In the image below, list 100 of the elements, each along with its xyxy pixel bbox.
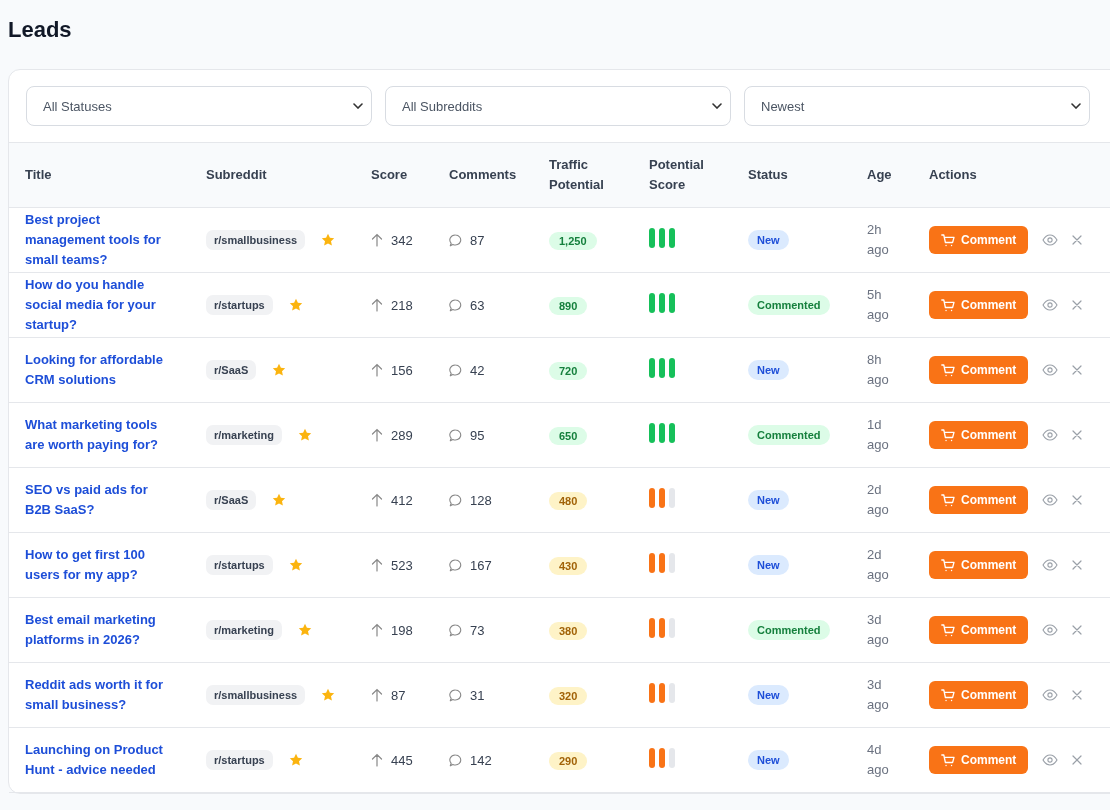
speech-bubble-icon: [449, 493, 462, 507]
traffic-badge: 1,250: [549, 231, 597, 250]
close-icon[interactable]: [1072, 690, 1083, 700]
arrow-up-icon: [371, 688, 383, 702]
status-badge: New: [748, 360, 789, 380]
filter-dropdown[interactable]: Newest: [744, 86, 1090, 126]
post-title-link[interactable]: Best email marketing platforms in 2026?: [25, 610, 170, 650]
eye-icon[interactable]: [1042, 494, 1059, 506]
traffic-badge: 320: [549, 686, 588, 705]
arrow-up-icon: [371, 428, 383, 442]
traffic-badge: 890: [549, 296, 588, 315]
speech-bubble-icon: [449, 428, 462, 442]
eye-icon[interactable]: [1042, 234, 1059, 246]
age-text: 1d ago: [867, 416, 890, 454]
comment-count: 42: [470, 362, 485, 378]
post-title-link[interactable]: Reddit ads worth it for small business?: [25, 675, 170, 715]
score-value: 289: [391, 427, 413, 443]
eye-icon[interactable]: [1042, 754, 1059, 766]
eye-icon[interactable]: [1042, 364, 1059, 376]
cart-icon: [941, 688, 955, 702]
speech-bubble-icon: [449, 688, 462, 702]
score-value: 523: [391, 557, 413, 573]
comment-count: 128: [470, 492, 492, 508]
subreddit-tag: r/SaaS: [206, 360, 257, 380]
post-title-link[interactable]: Looking for affordable CRM solutions: [25, 350, 170, 390]
traffic-badge: 430: [549, 556, 588, 575]
subreddit-tag: r/startups: [206, 750, 273, 770]
arrow-up-icon: [371, 363, 383, 377]
traffic-badge: 380: [549, 621, 588, 640]
post-title-link[interactable]: How do you handle social media for your startup?: [25, 275, 170, 335]
column-header: Age: [867, 166, 892, 184]
score-value: 198: [391, 622, 413, 638]
chevron-icon: [712, 103, 722, 109]
close-icon[interactable]: [1072, 755, 1083, 765]
empty-meter-bar: [669, 748, 675, 768]
age-text: 2d ago: [867, 481, 890, 519]
subreddit-tag: r/marketing: [206, 620, 282, 640]
column-header: Potential Score: [649, 156, 705, 194]
post-title-link[interactable]: Best project management tools for small teams?: [25, 210, 170, 270]
close-icon[interactable]: [1072, 365, 1083, 375]
score-value: 412: [391, 492, 413, 508]
eye-icon[interactable]: [1042, 559, 1059, 571]
speech-bubble-icon: [449, 623, 462, 637]
close-icon[interactable]: [1072, 300, 1083, 310]
age-text: 4d ago: [867, 741, 890, 779]
traffic-badge: 720: [549, 361, 588, 380]
close-icon[interactable]: [1072, 625, 1083, 635]
post-title-link[interactable]: How to get first 100 users for my app?: [25, 545, 170, 585]
close-icon[interactable]: [1072, 560, 1083, 570]
speech-bubble-icon: [449, 298, 462, 312]
post-title-link[interactable]: SEO vs paid ads for B2B SaaS?: [25, 480, 170, 520]
column-header: Actions: [929, 166, 977, 184]
cart-icon: [941, 428, 955, 442]
traffic-badge: 480: [549, 491, 588, 510]
age-text: 2d ago: [867, 546, 890, 584]
column-header: Score: [371, 166, 408, 184]
filter-dropdown[interactable]: All Statuses: [26, 86, 372, 126]
close-icon[interactable]: [1072, 235, 1083, 245]
close-icon[interactable]: [1072, 430, 1083, 440]
post-title-link[interactable]: Launching on Product Hunt - advice needed: [25, 740, 170, 780]
empty-meter-bar: [669, 683, 675, 703]
age-text: 5h ago: [867, 286, 890, 324]
chevron-icon: [353, 103, 363, 109]
score-value: 342: [391, 232, 413, 248]
empty-meter-bar: [669, 618, 675, 638]
status-badge: New: [748, 230, 789, 250]
arrow-up-icon: [371, 493, 383, 507]
status-badge: Commented: [748, 295, 830, 315]
status-badge: New: [748, 750, 789, 770]
page-title: Leads: [8, 16, 72, 44]
age-text: 8h ago: [867, 351, 890, 389]
column-header: Subreddit: [206, 166, 267, 184]
score-value: 87: [391, 687, 406, 703]
eye-icon[interactable]: [1042, 689, 1059, 701]
eye-icon[interactable]: [1042, 429, 1059, 441]
subreddit-tag: r/smallbusiness: [206, 230, 306, 250]
subreddit-tag: r/startups: [206, 555, 273, 575]
age-text: 3d ago: [867, 676, 890, 714]
status-badge: New: [748, 685, 789, 705]
subreddit-tag: r/SaaS: [206, 490, 257, 510]
score-value: 156: [391, 362, 413, 378]
column-header: Status: [748, 166, 788, 184]
arrow-up-icon: [371, 753, 383, 767]
cart-icon: [941, 363, 955, 377]
eye-icon[interactable]: [1042, 299, 1059, 311]
post-title-link[interactable]: What marketing tools are worth paying for?: [25, 415, 170, 455]
filter-dropdown[interactable]: All Subreddits: [385, 86, 731, 126]
comment-count: 87: [470, 232, 485, 248]
comment-count: 73: [470, 622, 485, 638]
subreddit-tag: r/startups: [206, 295, 273, 315]
arrow-up-icon: [371, 233, 383, 247]
empty-meter-bar: [669, 553, 675, 573]
subreddit-tag: r/smallbusiness: [206, 685, 306, 705]
column-header: Traffic Potential: [549, 156, 605, 194]
eye-icon[interactable]: [1042, 624, 1059, 636]
close-icon[interactable]: [1072, 495, 1083, 505]
chevron-icon: [1071, 103, 1081, 109]
status-badge: New: [748, 490, 789, 510]
age-text: 2h ago: [867, 221, 890, 259]
cart-icon: [941, 753, 955, 767]
